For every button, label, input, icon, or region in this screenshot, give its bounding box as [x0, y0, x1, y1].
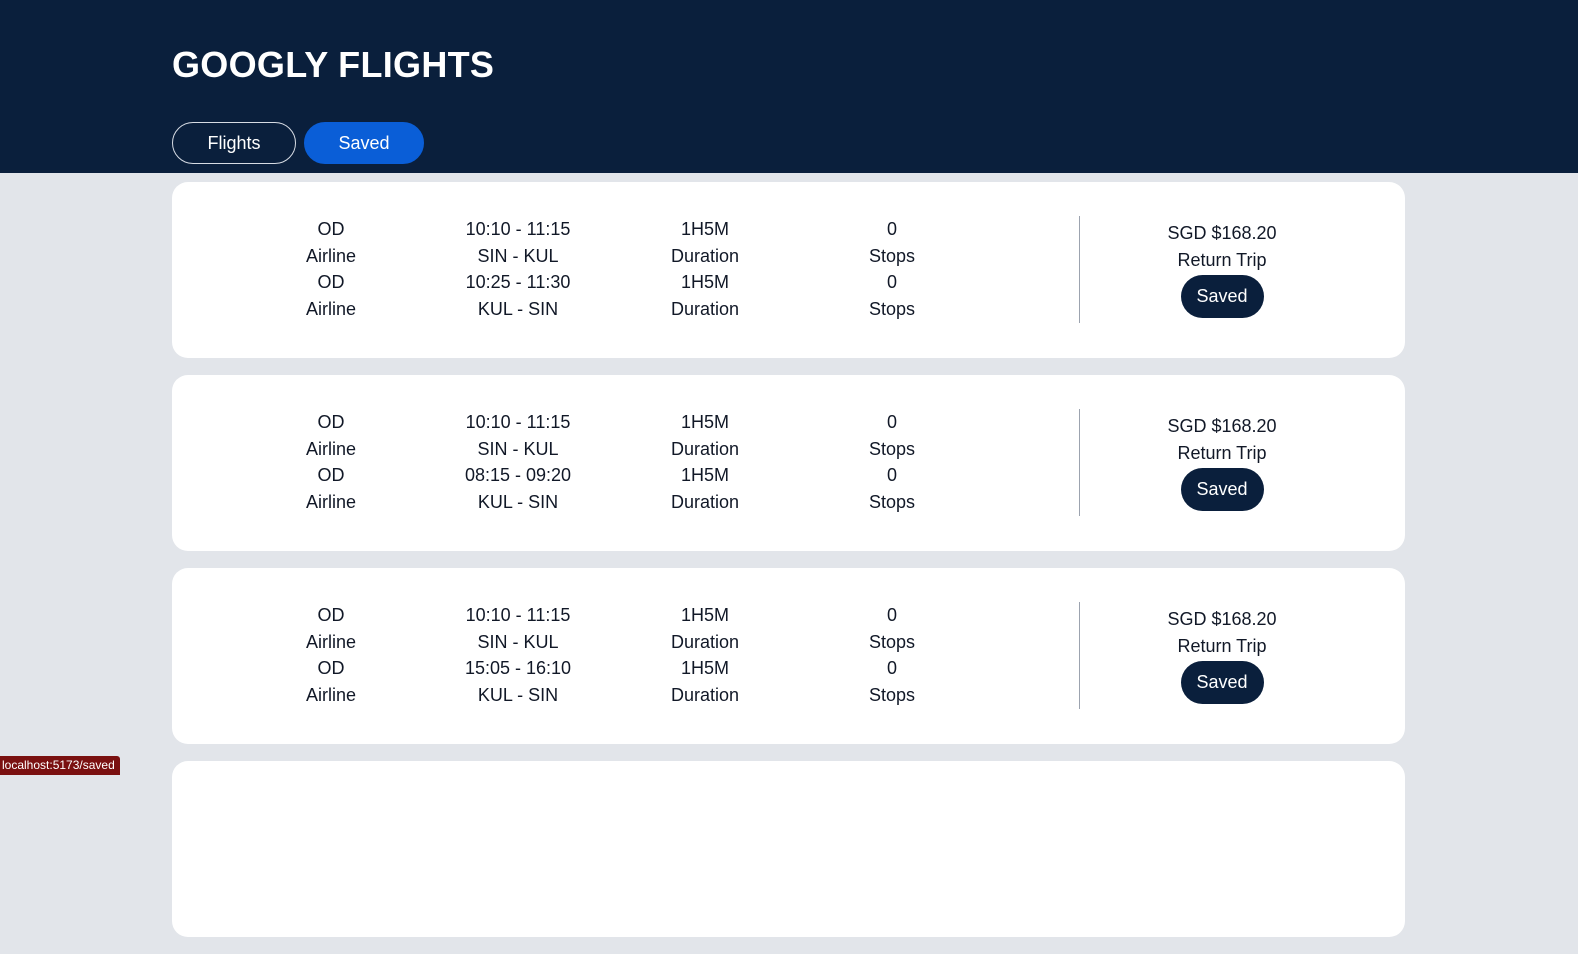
duration-value: 1H5M [680, 412, 729, 432]
duration-value: 1H5M [680, 219, 729, 239]
airline-cell: OD Airline [236, 409, 426, 462]
flight-route: KUL - SIN [477, 298, 559, 319]
flight-time: 10:25 - 11:30 [465, 272, 571, 292]
flight-card-partial [172, 761, 1405, 937]
flight-route: SIN - KUL [477, 245, 559, 266]
saved-flights-list: OD Airline 10:10 - 11:15 SIN - KUL 1H5M … [172, 182, 1405, 954]
airline-code: OD [317, 605, 345, 625]
airline-code: OD [317, 412, 345, 432]
trip-type: Return Trip [1177, 443, 1267, 463]
stops-label: Stops [868, 684, 916, 705]
airline-label: Airline [305, 631, 357, 652]
price: SGD $168.20 [1167, 609, 1277, 629]
schedule-cell: 10:10 - 11:15 SIN - KUL [423, 216, 613, 269]
stops-cell: 0 Stops [797, 216, 987, 269]
airline-code: OD [317, 658, 345, 678]
duration-label: Duration [670, 245, 740, 266]
duration-cell: 1H5M Duration [610, 269, 800, 322]
stops-cell: 0 Stops [797, 269, 987, 322]
airline-label: Airline [305, 298, 357, 319]
card-divider [1079, 409, 1080, 516]
airline-label: Airline [305, 491, 357, 512]
airline-label: Airline [305, 684, 357, 705]
flight-route: KUL - SIN [477, 491, 559, 512]
schedule-cell: 15:05 - 16:10 KUL - SIN [423, 655, 613, 708]
app-header: GOOGLY FLIGHTS Flights Saved [0, 0, 1578, 173]
flight-time: 15:05 - 16:10 [464, 658, 572, 678]
airline-code: OD [317, 219, 345, 239]
duration-label: Duration [670, 631, 740, 652]
trip-type: Return Trip [1177, 636, 1267, 656]
schedule-cell: 10:10 - 11:15 SIN - KUL [423, 409, 613, 462]
duration-cell: 1H5M Duration [610, 462, 800, 515]
stops-label: Stops [868, 298, 916, 319]
airline-label: Airline [305, 438, 357, 459]
flight-route: SIN - KUL [477, 631, 559, 652]
duration-cell: 1H5M Duration [610, 602, 800, 655]
stops-label: Stops [868, 245, 916, 266]
saved-button[interactable]: Saved [1180, 661, 1264, 704]
airline-cell: OD Airline [236, 216, 426, 269]
stops-label: Stops [868, 631, 916, 652]
stops-value: 0 [886, 219, 897, 239]
airline-code: OD [317, 465, 345, 485]
nav-flights-button[interactable]: Flights [172, 122, 296, 164]
price-column: SGD $168.20 Return Trip Saved [1127, 220, 1317, 318]
flight-card: OD Airline 10:10 - 11:15 SIN - KUL 1H5M … [172, 375, 1405, 551]
flight-card: OD Airline 10:10 - 11:15 SIN - KUL 1H5M … [172, 568, 1405, 744]
card-divider [1079, 216, 1080, 323]
stops-value: 0 [886, 465, 897, 485]
price-column: SGD $168.20 Return Trip Saved [1127, 413, 1317, 511]
saved-button[interactable]: Saved [1180, 468, 1264, 511]
card-divider [1079, 602, 1080, 709]
stops-cell: 0 Stops [797, 655, 987, 708]
flight-time: 10:10 - 11:15 [465, 412, 571, 432]
nav-saved-button[interactable]: Saved [304, 122, 424, 164]
schedule-cell: 10:25 - 11:30 KUL - SIN [423, 269, 613, 322]
stops-cell: 0 Stops [797, 462, 987, 515]
airline-cell: OD Airline [236, 462, 426, 515]
status-bar-url: localhost:5173/saved [0, 756, 120, 775]
duration-cell: 1H5M Duration [610, 409, 800, 462]
stops-cell: 0 Stops [797, 602, 987, 655]
schedule-cell: 10:10 - 11:15 SIN - KUL [423, 602, 613, 655]
duration-value: 1H5M [680, 605, 729, 625]
stops-label: Stops [868, 491, 916, 512]
main-nav: Flights Saved [172, 122, 424, 164]
app-title: GOOGLY FLIGHTS [172, 44, 495, 85]
duration-label: Duration [670, 438, 740, 459]
duration-value: 1H5M [680, 465, 729, 485]
duration-cell: 1H5M Duration [610, 216, 800, 269]
price: SGD $168.20 [1167, 416, 1277, 436]
stops-value: 0 [886, 605, 897, 625]
stops-value: 0 [886, 658, 897, 678]
stops-label: Stops [868, 438, 916, 459]
stops-value: 0 [886, 412, 897, 432]
airline-cell: OD Airline [236, 602, 426, 655]
stops-value: 0 [886, 272, 897, 292]
price-column: SGD $168.20 Return Trip Saved [1127, 606, 1317, 704]
airline-cell: OD Airline [236, 269, 426, 322]
flight-card: OD Airline 10:10 - 11:15 SIN - KUL 1H5M … [172, 182, 1405, 358]
duration-label: Duration [670, 298, 740, 319]
flight-route: SIN - KUL [477, 438, 559, 459]
price: SGD $168.20 [1167, 223, 1277, 243]
duration-value: 1H5M [680, 658, 729, 678]
flight-route: KUL - SIN [477, 684, 559, 705]
flight-time: 10:10 - 11:15 [465, 605, 571, 625]
flight-time: 10:10 - 11:15 [465, 219, 571, 239]
duration-value: 1H5M [680, 272, 729, 292]
airline-cell: OD Airline [236, 655, 426, 708]
schedule-cell: 08:15 - 09:20 KUL - SIN [423, 462, 613, 515]
duration-label: Duration [670, 684, 740, 705]
airline-code: OD [317, 272, 345, 292]
duration-cell: 1H5M Duration [610, 655, 800, 708]
trip-type: Return Trip [1177, 250, 1267, 270]
duration-label: Duration [670, 491, 740, 512]
flight-time: 08:15 - 09:20 [464, 465, 572, 485]
saved-button[interactable]: Saved [1180, 275, 1264, 318]
stops-cell: 0 Stops [797, 409, 987, 462]
airline-label: Airline [305, 245, 357, 266]
